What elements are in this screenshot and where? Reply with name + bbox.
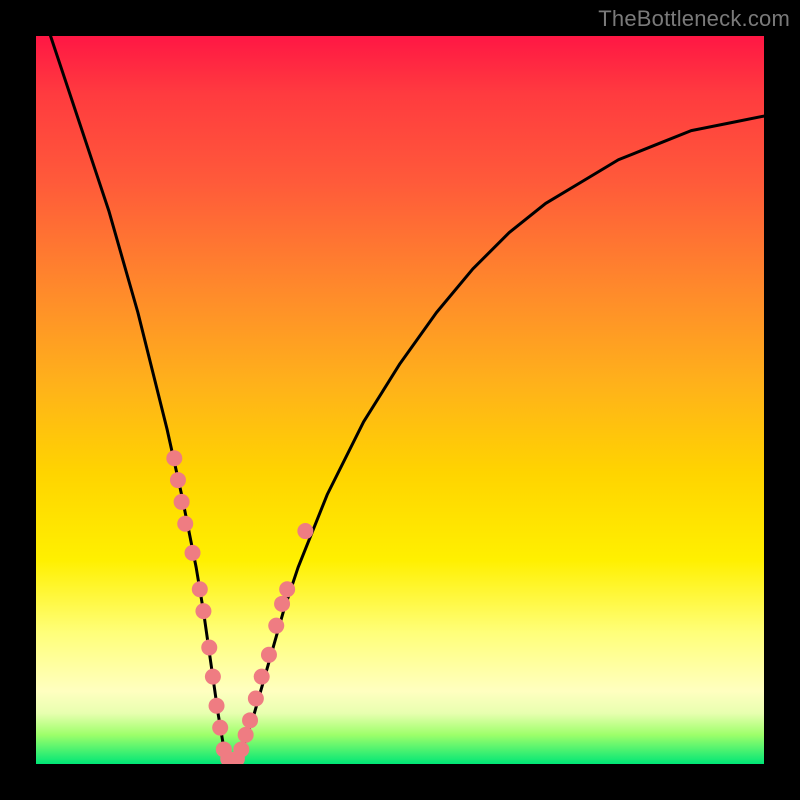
data-marker — [209, 698, 225, 714]
data-marker — [268, 618, 284, 634]
data-marker — [170, 472, 186, 488]
data-marker — [248, 690, 264, 706]
data-marker — [254, 669, 270, 685]
data-marker — [205, 669, 221, 685]
data-marker — [166, 450, 182, 466]
data-marker — [192, 581, 208, 597]
watermark-text: TheBottleneck.com — [598, 6, 790, 32]
chart-svg — [36, 36, 764, 764]
data-marker — [174, 494, 190, 510]
data-marker — [233, 741, 249, 757]
bottleneck-curve — [51, 36, 764, 764]
data-marker — [185, 545, 201, 561]
data-marker — [279, 581, 295, 597]
data-marker — [238, 727, 254, 743]
plot-area — [36, 36, 764, 764]
data-marker — [261, 647, 277, 663]
data-marker — [242, 712, 258, 728]
chart-frame: TheBottleneck.com — [0, 0, 800, 800]
data-marker — [297, 523, 313, 539]
data-marker — [274, 596, 290, 612]
data-marker — [177, 516, 193, 532]
marker-group — [166, 450, 313, 764]
data-marker — [201, 640, 217, 656]
curve-group — [51, 36, 764, 764]
data-marker — [195, 603, 211, 619]
data-marker — [212, 720, 228, 736]
